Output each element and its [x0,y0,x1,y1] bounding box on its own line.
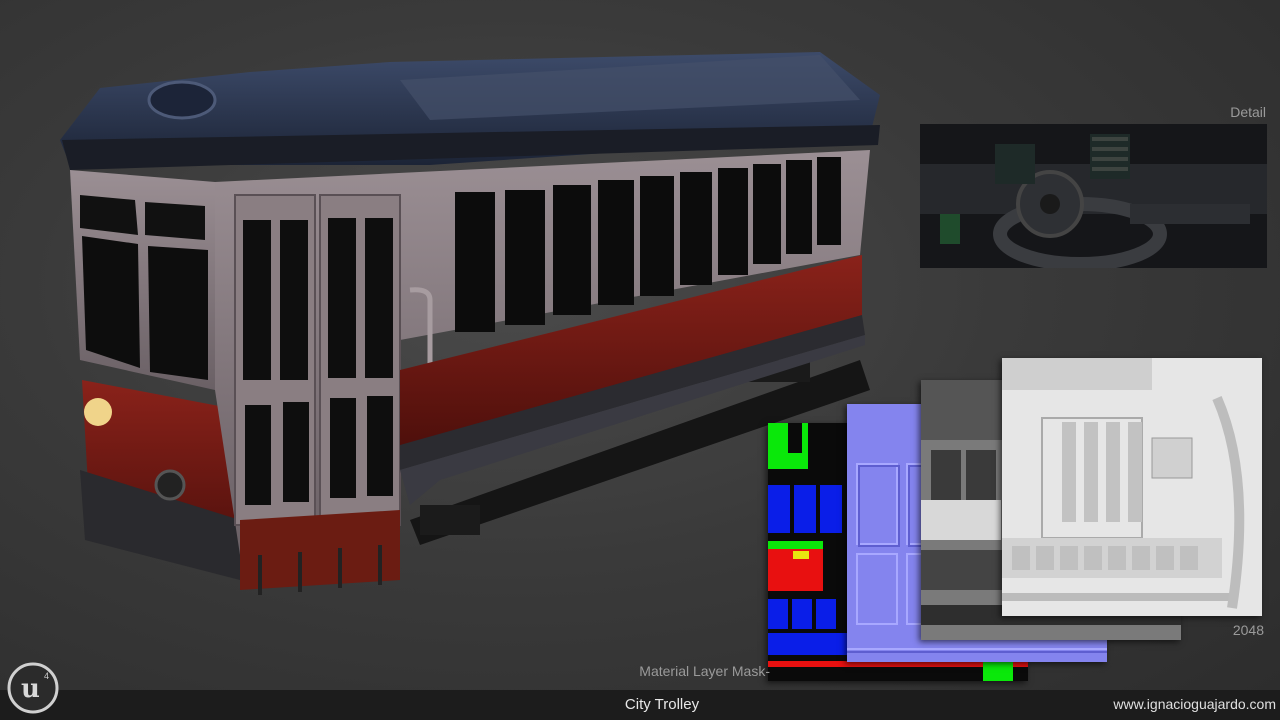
texture-stack [0,0,1280,720]
website-link[interactable]: www.ignacioguajardo.com [1040,696,1276,712]
project-title: City Trolley [624,696,700,713]
ambient-occlusion-texture [1002,358,1262,616]
texture-size-label: 2048 [1232,622,1264,638]
engine-version: 4 [44,671,50,681]
material-layer-mask-label: Material Layer Mask- [639,663,770,679]
unreal-engine-logo: u 4 [6,661,60,715]
